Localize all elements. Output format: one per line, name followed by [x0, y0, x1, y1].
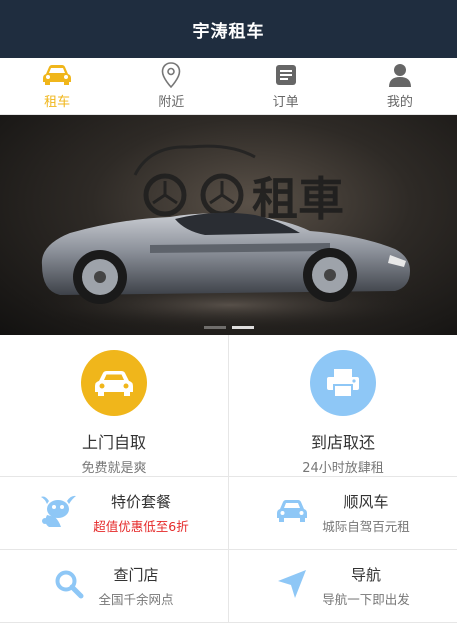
carousel-indicator[interactable]	[0, 326, 457, 329]
service-subtitle: 24小时放肆租	[302, 461, 384, 476]
tab-label: 订单	[272, 95, 299, 110]
page-title: 宇涛租车	[192, 21, 265, 42]
feature-title: 查门店	[113, 566, 159, 584]
carousel-dot[interactable]	[203, 326, 226, 329]
location-pin-icon	[161, 62, 181, 88]
service-options: 上门自取 免费就是爽 到店取还 24小时放肆租	[0, 335, 457, 477]
tab-bar: 租车 附近 订单 我的	[0, 58, 457, 115]
app-header: 宇涛租车	[0, 0, 457, 58]
tab-rent[interactable]: 租车	[0, 58, 114, 114]
service-store-pickup[interactable]: 到店取还 24小时放肆租	[228, 335, 457, 476]
service-subtitle: 免费就是爽	[81, 461, 147, 476]
feature-title: 导航	[350, 566, 381, 584]
tab-label: 附近	[158, 95, 185, 110]
tab-label: 我的	[386, 95, 413, 110]
printer-icon	[310, 350, 376, 416]
search-icon	[54, 569, 84, 603]
feature-find-store[interactable]: 查门店 全国千余网点	[0, 550, 228, 622]
feature-navigation[interactable]: 导航 导航一下即出发	[228, 550, 457, 622]
feature-row-1: 特价套餐 超值优惠低至6折 顺风车 城际自驾百元租	[0, 477, 457, 550]
feature-special-package[interactable]: 特价套餐 超值优惠低至6折	[0, 477, 228, 549]
feature-title: 特价套餐	[110, 493, 171, 511]
car-icon	[81, 350, 147, 416]
feature-subtitle: 导航一下即出发	[322, 592, 410, 607]
order-list-icon	[275, 62, 297, 88]
feature-rideshare[interactable]: 顺风车 城际自驾百元租	[228, 477, 457, 549]
carousel-dot-active[interactable]	[231, 326, 254, 329]
bull-mascot-icon	[39, 493, 79, 533]
service-title: 到店取还	[310, 433, 375, 452]
feature-title: 顺风车	[343, 493, 389, 511]
banner-car-image: 租車	[20, 144, 440, 331]
car-illustration	[41, 212, 410, 304]
tab-orders[interactable]: 订单	[229, 58, 343, 114]
tab-label: 租车	[44, 95, 71, 110]
promo-banner[interactable]: 租車	[0, 115, 457, 335]
feature-row-2: 查门店 全国千余网点 导航 导航一下即出发	[0, 550, 457, 623]
feature-subtitle: 超值优惠低至6折	[93, 519, 189, 534]
car-icon	[276, 499, 308, 527]
tab-mine[interactable]: 我的	[343, 58, 457, 114]
service-title: 上门自取	[81, 433, 146, 452]
service-door-pickup[interactable]: 上门自取 免费就是爽	[0, 335, 228, 476]
car-icon	[42, 62, 72, 88]
user-icon	[388, 62, 411, 88]
feature-subtitle: 全国千余网点	[98, 592, 174, 607]
feature-subtitle: 城际自驾百元租	[322, 519, 410, 534]
tab-nearby[interactable]: 附近	[114, 58, 228, 114]
navigation-arrow-icon	[276, 568, 308, 604]
